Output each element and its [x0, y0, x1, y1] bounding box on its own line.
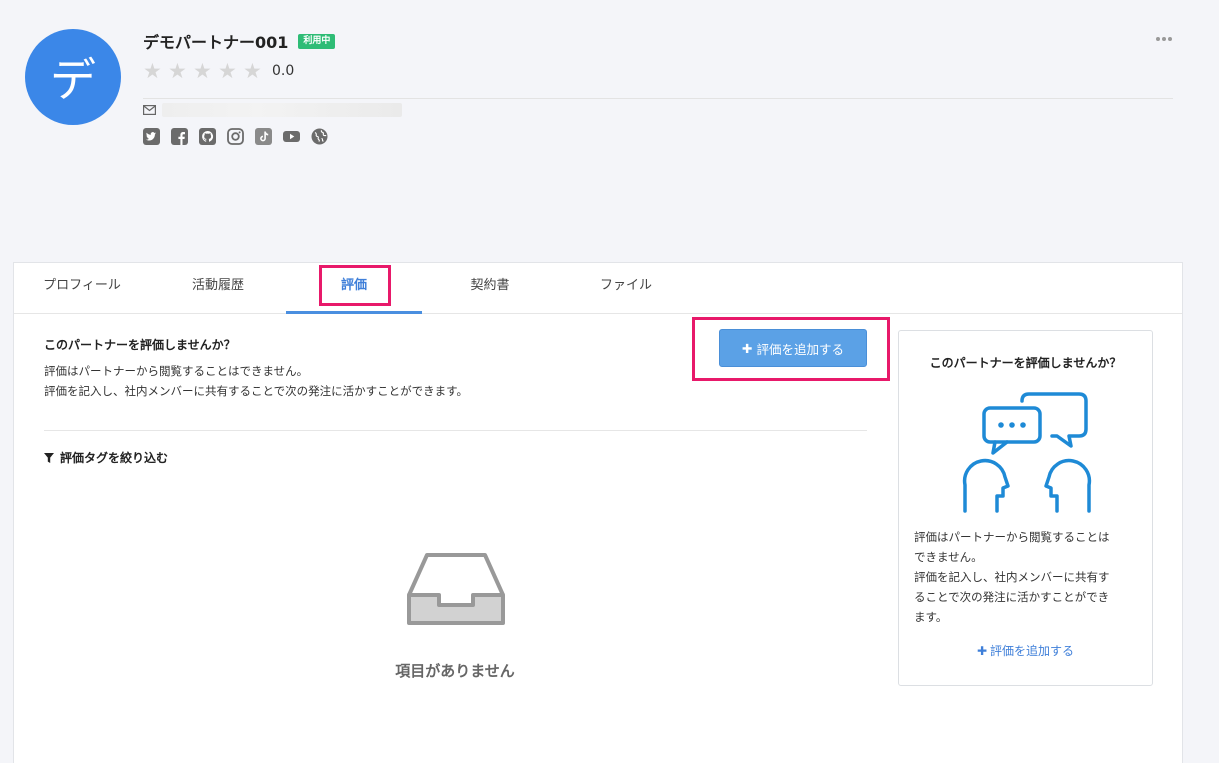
side-panel-text: 評価はパートナーから閲覧することは できません。 評価を記入し、社内メンバーに共…: [914, 527, 1142, 627]
side-add-evaluation-link[interactable]: ✚ 評価を追加する: [899, 642, 1152, 659]
prompt-title: このパートナーを評価しませんか？: [44, 338, 236, 352]
website-icon[interactable]: [311, 128, 328, 145]
conversation-illustration: [962, 392, 1092, 513]
prompt-text-line: 評価を記入し、社内メンバーに共有することで次の発注に活かすことができます。: [44, 384, 469, 398]
side-panel: このパートナーを評価しませんか？ 評価はパートナーから閲覧することは できません…: [898, 330, 1153, 686]
tab-file[interactable]: ファイル: [558, 263, 694, 314]
side-panel-title: このパートナーを評価しませんか？: [929, 356, 1122, 370]
avatar: デ: [25, 29, 121, 125]
star-icon: ★: [143, 59, 162, 83]
more-options-icon[interactable]: [1155, 34, 1173, 44]
star-icon: ★: [168, 59, 187, 83]
partner-name: デモパートナー001: [143, 33, 289, 52]
github-icon[interactable]: [199, 128, 216, 145]
side-panel-text-line: ます。: [914, 610, 948, 624]
tab-contract[interactable]: 契約書: [422, 263, 558, 314]
twitter-icon[interactable]: [143, 128, 160, 145]
email-row: [143, 103, 402, 117]
star-icon: ★: [193, 59, 212, 83]
highlight-box-button: [692, 317, 890, 381]
empty-inbox-icon: [407, 553, 505, 625]
star-icon: ★: [218, 59, 237, 83]
tab-profile[interactable]: プロフィール: [14, 263, 150, 314]
header-divider: [143, 98, 1173, 99]
side-panel-text-line: ることで次の発注に活かすことができ: [914, 590, 1110, 604]
star-icon: ★: [243, 59, 262, 83]
tag-filter-toggle[interactable]: 評価タグを絞り込む: [44, 449, 168, 466]
tag-filter-label: 評価タグを絞り込む: [60, 451, 169, 465]
rating-row: ★ ★ ★ ★ ★ 0.0: [143, 59, 295, 83]
plus-icon: ✚: [976, 644, 988, 658]
tab-bar: プロフィール 活動履歴 評価 契約書 ファイル: [14, 263, 1182, 314]
social-links: [143, 128, 339, 145]
status-badge: 利用中: [298, 33, 336, 49]
email-redacted: [162, 103, 402, 117]
main-card: プロフィール 活動履歴 評価 契約書 ファイル このパートナーを評価しませんか？…: [13, 262, 1183, 763]
mail-icon: [143, 105, 156, 115]
tiktok-icon[interactable]: [255, 128, 272, 145]
side-panel-text-line: できません。: [914, 550, 983, 564]
name-row: デモパートナー001 利用中: [143, 29, 336, 53]
empty-state-text: 項目がありません: [395, 662, 515, 680]
facebook-icon[interactable]: [171, 128, 188, 145]
youtube-icon[interactable]: [283, 128, 300, 145]
tab-activity-history[interactable]: 活動履歴: [150, 263, 286, 314]
instagram-icon[interactable]: [227, 128, 244, 145]
filter-icon: [44, 452, 54, 463]
side-panel-text-line: 評価はパートナーから閲覧することは: [914, 530, 1110, 544]
prompt-text-line: 評価はパートナーから閲覧することはできません。: [44, 364, 309, 378]
rating-value: 0.0: [272, 63, 295, 79]
highlight-box-tab: [319, 265, 391, 306]
side-add-evaluation-link-label: 評価を追加する: [990, 644, 1075, 658]
content-divider: [44, 430, 867, 431]
side-panel-text-line: 評価を記入し、社内メンバーに共有す: [914, 570, 1110, 584]
